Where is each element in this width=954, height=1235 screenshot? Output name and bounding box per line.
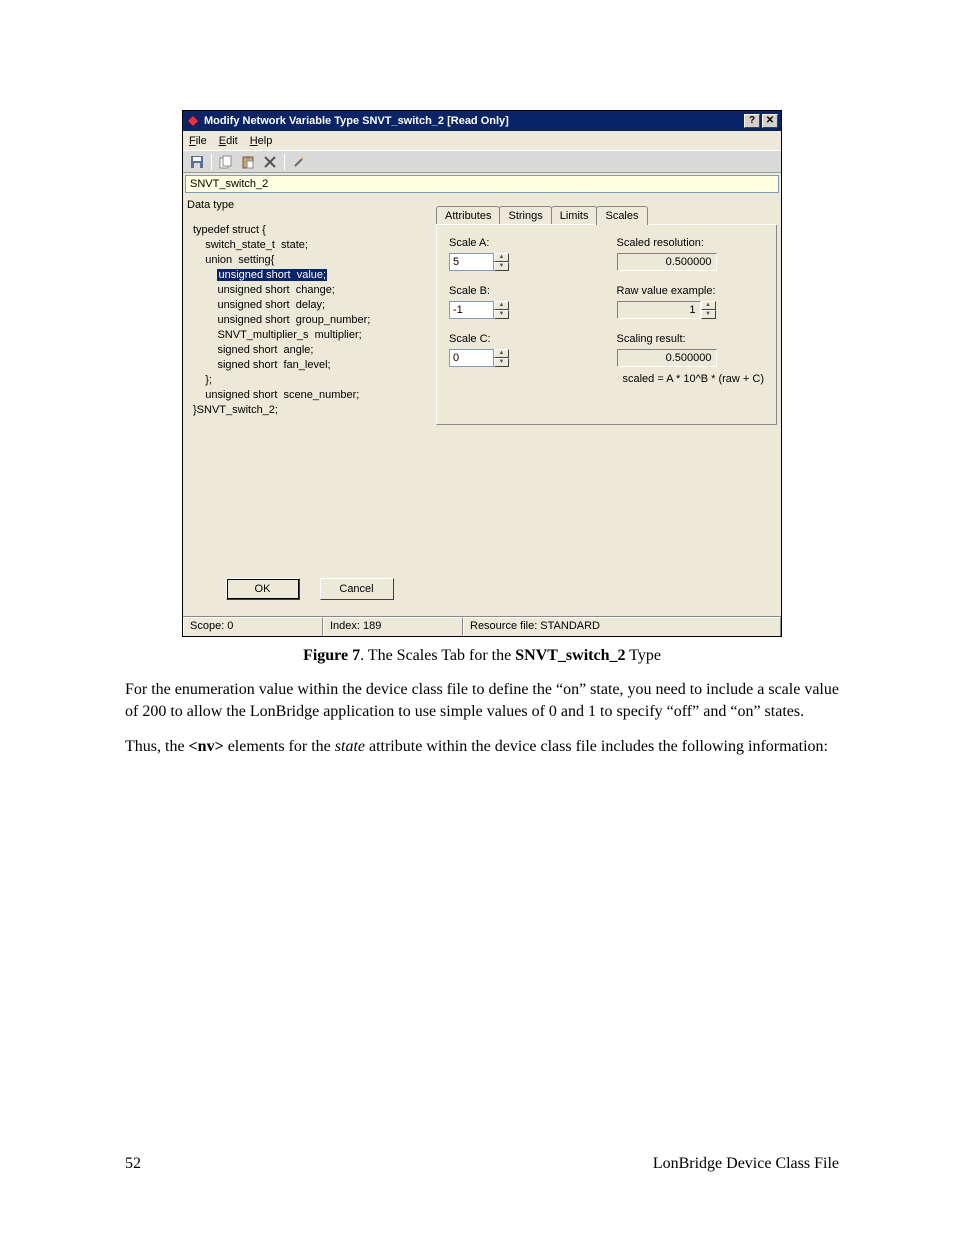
spin-up-icon[interactable]: ▲ <box>701 301 716 310</box>
status-resource: Resource file: STANDARD <box>463 617 781 636</box>
scale-b-spinner[interactable]: ▲▼ <box>449 301 509 319</box>
scale-c-label: Scale C: <box>449 333 597 345</box>
cancel-button[interactable]: Cancel <box>320 578 394 600</box>
code-line: signed short fan_level; <box>193 358 426 373</box>
scale-a-input[interactable] <box>449 253 494 271</box>
toolbar <box>183 151 781 173</box>
code-line: union setting{ <box>193 253 426 268</box>
spin-up-icon[interactable]: ▲ <box>494 349 509 358</box>
status-bar: Scope: 0 Index: 189 Resource file: STAND… <box>183 616 781 636</box>
body-paragraph-1: For the enumeration value within the dev… <box>125 679 839 722</box>
tab-row: Attributes Strings Limits Scales <box>436 205 777 225</box>
scale-b-label: Scale B: <box>449 285 597 297</box>
code-line: unsigned short change; <box>193 283 426 298</box>
toolbar-separator <box>211 154 212 170</box>
code-line-selected: unsigned short value; <box>193 268 426 283</box>
spin-down-icon[interactable]: ▼ <box>701 310 716 319</box>
toolbar-separator <box>284 154 285 170</box>
footer-document-title: LonBridge Device Class File <box>653 1155 839 1173</box>
scaled-resolution-label: Scaled resolution: <box>617 237 765 249</box>
raw-value-display: 1 <box>617 301 701 319</box>
scale-c-input[interactable] <box>449 349 494 367</box>
scale-b-input[interactable] <box>449 301 494 319</box>
code-line: signed short angle; <box>193 343 426 358</box>
tab-scales[interactable]: Scales <box>596 206 647 225</box>
tab-body-scales: Scale A: ▲▼ Scale B: ▲▼ <box>436 225 777 425</box>
spin-down-icon[interactable]: ▼ <box>494 262 509 271</box>
scaling-formula: scaled = A * 10^B * (raw + C) <box>617 373 765 385</box>
scale-c-spinner[interactable]: ▲▼ <box>449 349 509 367</box>
code-line: unsigned short delay; <box>193 298 426 313</box>
spin-down-icon[interactable]: ▼ <box>494 310 509 319</box>
spin-up-icon[interactable]: ▲ <box>494 253 509 262</box>
close-button[interactable]: ✕ <box>762 114 778 128</box>
figure-caption: Figure 7. The Scales Tab for the SNVT_sw… <box>125 647 839 665</box>
menu-bar: File Edit Help <box>183 131 781 151</box>
tab-limits[interactable]: Limits <box>551 206 598 224</box>
spin-up-icon[interactable]: ▲ <box>494 301 509 310</box>
save-icon[interactable] <box>187 153 207 171</box>
ok-button[interactable]: OK <box>226 578 300 600</box>
copy-icon[interactable] <box>216 153 236 171</box>
menu-file[interactable]: File <box>189 135 207 147</box>
tab-strings[interactable]: Strings <box>499 206 551 224</box>
delete-icon[interactable] <box>260 153 280 171</box>
code-line: unsigned short scene_number; <box>193 388 426 403</box>
code-line: }; <box>193 373 426 388</box>
window-title: Modify Network Variable Type SNVT_switch… <box>204 115 744 127</box>
code-line: unsigned short group_number; <box>193 313 426 328</box>
menu-edit[interactable]: Edit <box>219 135 238 147</box>
menu-help[interactable]: Help <box>250 135 273 147</box>
body-paragraph-2: Thus, the <nv> elements for the state at… <box>125 736 839 758</box>
paste-icon[interactable] <box>238 153 258 171</box>
scaling-result-value: 0.500000 <box>617 349 717 367</box>
dialog-window: Modify Network Variable Type SNVT_switch… <box>182 110 782 637</box>
status-index: Index: 189 <box>323 617 463 636</box>
code-listing[interactable]: typedef struct { switch_state_t state; u… <box>187 213 432 568</box>
wand-icon[interactable] <box>289 153 309 171</box>
scale-a-spinner[interactable]: ▲▼ <box>449 253 509 271</box>
app-icon <box>186 114 200 128</box>
spin-down-icon[interactable]: ▼ <box>494 358 509 367</box>
scale-a-label: Scale A: <box>449 237 597 249</box>
raw-value-label: Raw value example: <box>617 285 765 297</box>
code-line: typedef struct { <box>193 223 426 238</box>
title-bar: Modify Network Variable Type SNVT_switch… <box>183 111 781 131</box>
status-scope: Scope: 0 <box>183 617 323 636</box>
scaling-result-label: Scaling result: <box>617 333 765 345</box>
scaled-resolution-value: 0.500000 <box>617 253 717 271</box>
data-type-label: Data type <box>187 199 432 211</box>
type-name-field[interactable]: SNVT_switch_2 <box>185 175 779 193</box>
page-number: 52 <box>125 1155 141 1173</box>
help-button[interactable]: ? <box>744 114 760 128</box>
code-line: SNVT_multiplier_s multiplier; <box>193 328 426 343</box>
tab-attributes[interactable]: Attributes <box>436 206 500 224</box>
code-line: switch_state_t state; <box>193 238 426 253</box>
code-line: }SNVT_switch_2; <box>193 403 426 418</box>
